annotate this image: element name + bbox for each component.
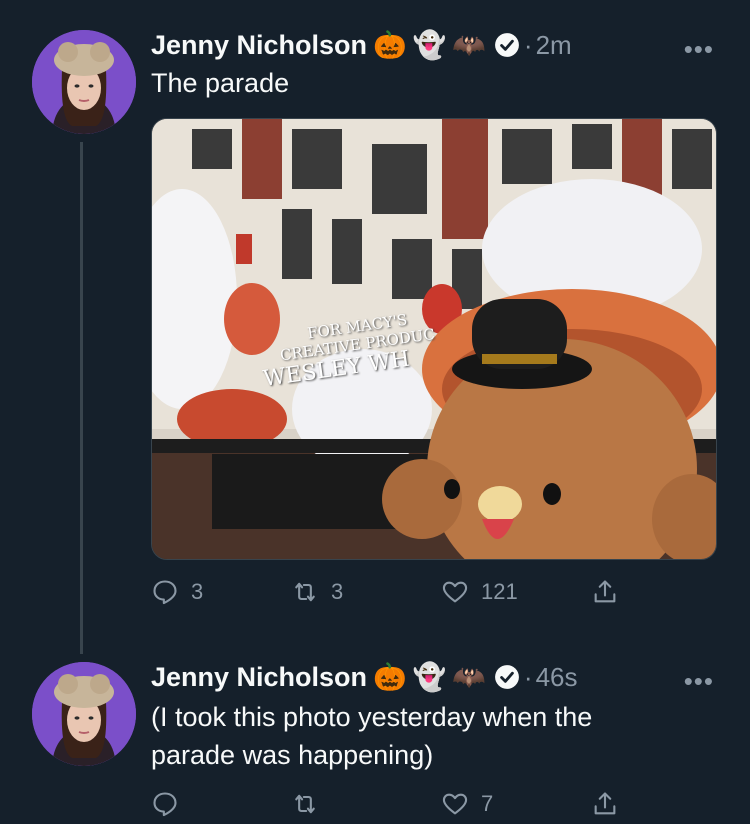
author-name[interactable]: Jenny Nicholson — [151, 30, 367, 61]
retweet-icon — [295, 794, 315, 814]
tweet-header: Jenny Nicholson 🎃 👻 🦇 · 2m — [151, 26, 572, 64]
timestamp[interactable]: 46s — [536, 662, 578, 693]
retweet-icon — [295, 582, 315, 602]
separator: · — [523, 29, 533, 60]
tweet-text-line-1: (I took this photo yesterday when the — [151, 702, 593, 732]
verified-badge-icon — [495, 665, 519, 689]
tweet-text: The parade — [151, 68, 290, 98]
pumpkin-emoji: 🎃 — [373, 29, 407, 60]
tweet-1[interactable]: Jenny Nicholson 🎃 👻 🦇 · 2m ••• The parad… — [0, 0, 750, 650]
retweet-count: 3 — [331, 579, 344, 604]
tweet-2[interactable]: Jenny Nicholson 🎃 👻 🦇 · 46s ••• (I took … — [0, 650, 750, 824]
pumpkin-emoji: 🎃 — [373, 661, 407, 692]
more-icon[interactable]: ••• — [684, 668, 714, 694]
reply-count: 3 — [191, 579, 204, 604]
reply-button[interactable] — [151, 790, 291, 818]
tweet-actions: 7 — [151, 790, 641, 818]
bat-emoji: 🦇 — [452, 661, 486, 692]
share-icon — [594, 792, 616, 815]
like-button[interactable]: 121 — [441, 578, 591, 606]
tweet-text-line-2: parade was happening) — [151, 740, 434, 770]
separator: · — [523, 661, 533, 692]
timestamp[interactable]: 2m — [536, 30, 572, 61]
avatar[interactable] — [32, 30, 136, 134]
tweet-photo[interactable]: FOR MACY'S CREATIVE PRODUC WESLEY WH — [151, 118, 717, 560]
like-icon — [442, 581, 468, 603]
author-name[interactable]: Jenny Nicholson — [151, 662, 367, 693]
reply-icon — [153, 792, 177, 817]
like-count: 121 — [481, 579, 518, 604]
share-button[interactable] — [591, 578, 619, 606]
bat-emoji: 🦇 — [452, 29, 486, 60]
avatar[interactable] — [32, 662, 136, 766]
verified-badge-icon — [495, 33, 519, 57]
retweet-button[interactable] — [291, 790, 441, 818]
like-button[interactable]: 7 — [441, 790, 591, 818]
ghost-emoji: 👻 — [412, 29, 447, 60]
share-button[interactable] — [591, 790, 619, 818]
ghost-emoji: 👻 — [412, 661, 447, 692]
reply-icon — [153, 580, 177, 605]
tweet-text: (I took this photo yesterday when the pa… — [151, 698, 592, 774]
share-icon — [594, 580, 616, 603]
reply-button[interactable]: 3 — [151, 578, 291, 606]
tweet-actions: 3 3 121 — [151, 578, 641, 606]
more-icon[interactable]: ••• — [684, 36, 714, 62]
like-icon — [442, 793, 468, 815]
retweet-button[interactable]: 3 — [291, 578, 441, 606]
tweet-header: Jenny Nicholson 🎃 👻 🦇 · 46s — [151, 658, 578, 696]
like-count: 7 — [481, 791, 494, 816]
